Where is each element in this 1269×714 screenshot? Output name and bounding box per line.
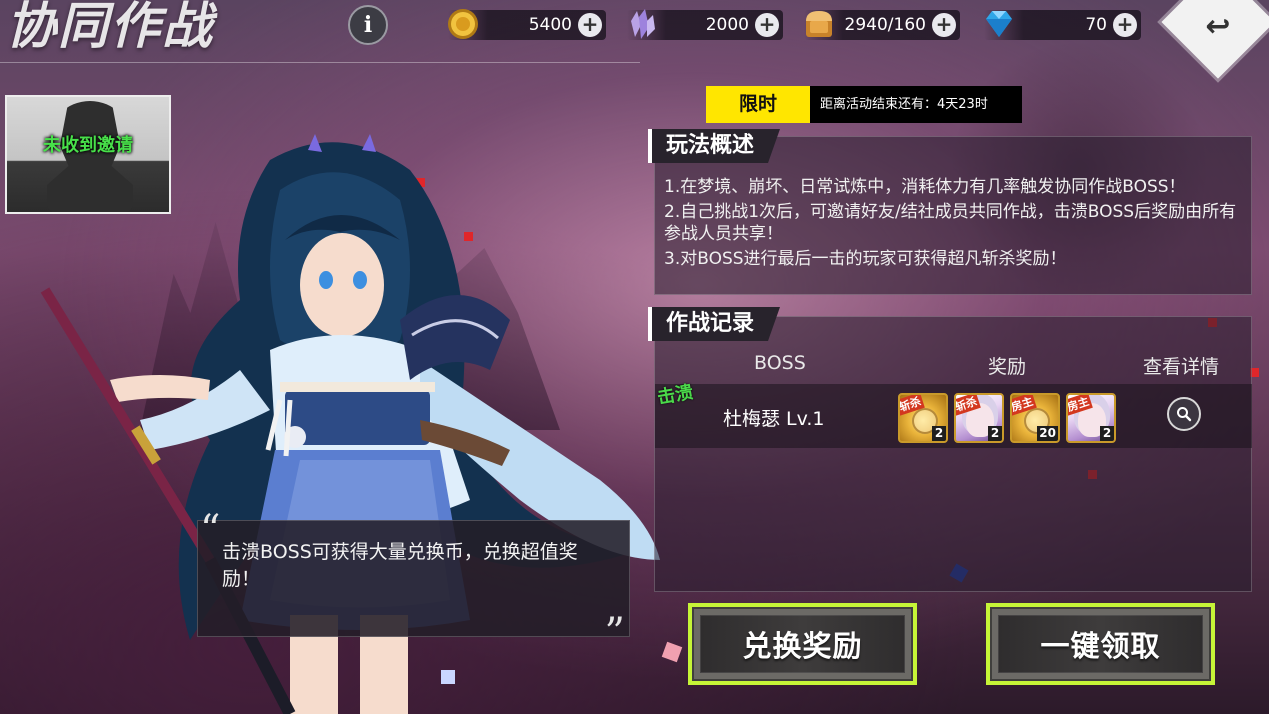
- particle: [661, 641, 683, 663]
- close-quote-icon: ”: [604, 610, 625, 656]
- stamina-bread-icon: [806, 11, 832, 37]
- resource-stamina: 2940/160 +: [804, 10, 960, 40]
- add-diamond-button[interactable]: +: [1113, 13, 1137, 37]
- claim-all-button[interactable]: 一键领取: [986, 603, 1215, 685]
- overview-rules[interactable]: 1.在梦境、崩坏、日常试炼中，消耗体力有几率触发协同作战BOSS！ 2.自己挑战…: [664, 176, 1239, 284]
- records-title: 作战记录: [648, 307, 781, 341]
- add-stamina-button[interactable]: +: [932, 13, 956, 37]
- open-quote-icon: “: [200, 507, 221, 553]
- boss-name: 杜梅瑟 Lv.1: [723, 408, 825, 430]
- frame-line: [0, 62, 640, 63]
- rule-text: 1.在梦境、崩坏、日常试炼中，消耗体力有几率触发协同作战BOSS！: [664, 177, 1186, 197]
- resource-gold: 5400 +: [448, 9, 606, 40]
- back-arrow-icon: ↩: [1205, 8, 1231, 44]
- column-reward: 奖励: [988, 356, 1027, 378]
- countdown-value: 4天23时: [937, 97, 988, 112]
- overview-title: 玩法概述: [648, 129, 781, 163]
- rule-text: 3.对BOSS进行最后一击的玩家可获得超凡斩杀奖励！: [664, 249, 1067, 269]
- add-gold-button[interactable]: +: [578, 13, 602, 37]
- reward-count: 2: [932, 426, 946, 441]
- countdown-label: 距离活动结束还有：: [820, 97, 938, 112]
- blue-diamond-icon: [986, 11, 1012, 37]
- add-crystal-button[interactable]: +: [755, 13, 779, 37]
- exchange-rewards-label: 兑换奖励: [700, 615, 905, 673]
- reward-item[interactable]: 斩杀 2: [954, 393, 1004, 443]
- reward-item[interactable]: 房主 20: [1010, 393, 1060, 443]
- gold-coin-icon: [448, 9, 478, 39]
- speech-text: 击溃BOSS可获得大量兑换币，兑换超值奖励！: [222, 541, 578, 590]
- search-icon: [1177, 407, 1192, 422]
- stamina-amount: 2940/160: [844, 15, 926, 35]
- column-detail: 查看详情: [1143, 356, 1220, 378]
- crystal-amount: 2000: [705, 15, 749, 35]
- reward-item[interactable]: 房主 2: [1066, 393, 1116, 443]
- reward-count: 2: [988, 426, 1002, 441]
- limited-time-badge: 限时: [706, 86, 810, 123]
- resource-diamond: 70 +: [984, 10, 1141, 40]
- diamond-amount: 70: [1085, 15, 1107, 35]
- speech-bubble: “ 击溃BOSS可获得大量兑换币，兑换超值奖励！ ”: [197, 507, 630, 656]
- view-detail-button[interactable]: [1167, 397, 1201, 431]
- rule-text: 2.自己挑战1次后，可邀请好友/结社成员共同作战，击溃BOSS后奖励由所有参战人…: [664, 202, 1237, 244]
- reward-count: 2: [1100, 426, 1114, 441]
- info-button[interactable]: i: [348, 5, 388, 45]
- reward-count: 20: [1037, 426, 1058, 441]
- claim-all-label: 一键领取: [998, 615, 1203, 673]
- exchange-rewards-button[interactable]: 兑换奖励: [688, 603, 917, 685]
- reward-item[interactable]: 斩杀 2: [898, 393, 948, 443]
- resource-crystal: 2000 +: [627, 9, 783, 40]
- page-title: 协同作战: [6, 0, 214, 55]
- event-countdown: 距离活动结束还有：4天23时: [810, 86, 1022, 123]
- defeat-status: 击溃: [655, 381, 695, 409]
- column-boss: BOSS: [754, 352, 806, 374]
- record-row: 击溃 杜梅瑟 Lv.1 斩杀 2 斩杀 2 房主 20 房主 2: [655, 382, 1252, 448]
- purple-crystal-icon: [631, 9, 655, 39]
- gold-amount: 5400: [528, 15, 572, 35]
